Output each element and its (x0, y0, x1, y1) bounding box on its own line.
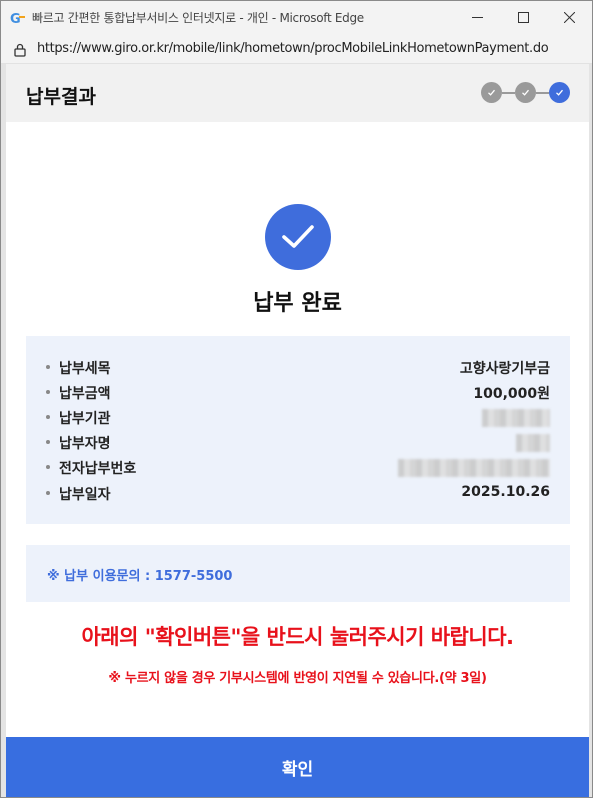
bullet (46, 440, 50, 444)
bullet (46, 390, 50, 394)
bullet (46, 465, 50, 469)
redacted-value (516, 434, 550, 452)
step-1-check-icon (481, 82, 502, 103)
step-connector (536, 91, 549, 94)
browser-window: G 빠르고 간편한 통합납부서비스 인터넷지로 - 개인 - Microsoft… (0, 0, 593, 798)
step-connector (502, 91, 515, 94)
payment-details: 납부세목 고향사랑기부금 납부금액 100,000원 납부기관 납부자명 전자납… (26, 336, 570, 524)
detail-row-payment-number: 전자납부번호 (26, 456, 570, 480)
detail-label: 납부자명 (59, 436, 111, 452)
payment-result-page: 납부결과 납부 완료 납부세목 고향사랑기부금 납부금액 100,000원 납부… (6, 64, 589, 797)
svg-text:G: G (10, 12, 21, 25)
detail-row-payer-name: 납부자명 (26, 431, 570, 455)
detail-value: 100,000원 (473, 386, 550, 402)
result-title: 납부 완료 (253, 291, 342, 316)
detail-label: 납부기관 (59, 411, 111, 427)
step-2-check-icon (515, 82, 536, 103)
detail-row-tax-item: 납부세목 고향사랑기부금 (26, 356, 570, 380)
maximize-icon[interactable] (500, 1, 546, 34)
detail-label: 납부일자 (59, 487, 111, 503)
delay-notice: ※ 누르지 않을 경우 기부시스템에 반영이 지연될 수 있습니다.(약 3일) (108, 671, 487, 686)
check-icon (265, 204, 331, 270)
bullet (46, 415, 50, 419)
redacted-value (398, 459, 550, 477)
contact-text: ※ 납부 이용문의 : 1577-5500 (47, 569, 233, 584)
detail-value: 고향사랑기부금 (459, 361, 550, 377)
lock-icon[interactable] (13, 42, 27, 57)
giro-logo-icon: G (10, 10, 26, 26)
page-title: 납부결과 (26, 86, 96, 108)
confirm-button[interactable]: 확인 (6, 737, 589, 797)
detail-label: 납부금액 (59, 386, 111, 402)
close-icon[interactable] (546, 1, 592, 34)
title-bar: G 빠르고 간편한 통합납부서비스 인터넷지로 - 개인 - Microsoft… (1, 1, 592, 34)
contact-info: ※ 납부 이용문의 : 1577-5500 (26, 545, 570, 602)
url-field[interactable]: https://www.giro.or.kr/mobile/link/homet… (37, 41, 549, 56)
confirm-notice: 아래의 "확인버튼"을 반드시 눌러주시기 바랍니다. (81, 625, 514, 649)
bullet (46, 365, 50, 369)
address-bar: https://www.giro.or.kr/mobile/link/homet… (1, 34, 592, 64)
step-indicator (481, 82, 570, 103)
step-3-check-icon (549, 82, 570, 103)
minimize-icon[interactable] (454, 1, 500, 34)
page-header: 납부결과 (6, 64, 589, 122)
detail-row-payment-date: 납부일자 2025.10.26 (26, 482, 570, 506)
window-title: 빠르고 간편한 통합납부서비스 인터넷지로 - 개인 - Microsoft E… (32, 11, 364, 25)
detail-row-amount: 납부금액 100,000원 (26, 381, 570, 405)
detail-value: 2025.10.26 (461, 484, 550, 500)
redacted-value (482, 409, 550, 427)
window-controls (454, 1, 592, 34)
detail-row-institution: 납부기관 (26, 406, 570, 430)
bullet (46, 491, 50, 495)
detail-label: 납부세목 (59, 361, 111, 377)
detail-label: 전자납부번호 (59, 461, 137, 477)
